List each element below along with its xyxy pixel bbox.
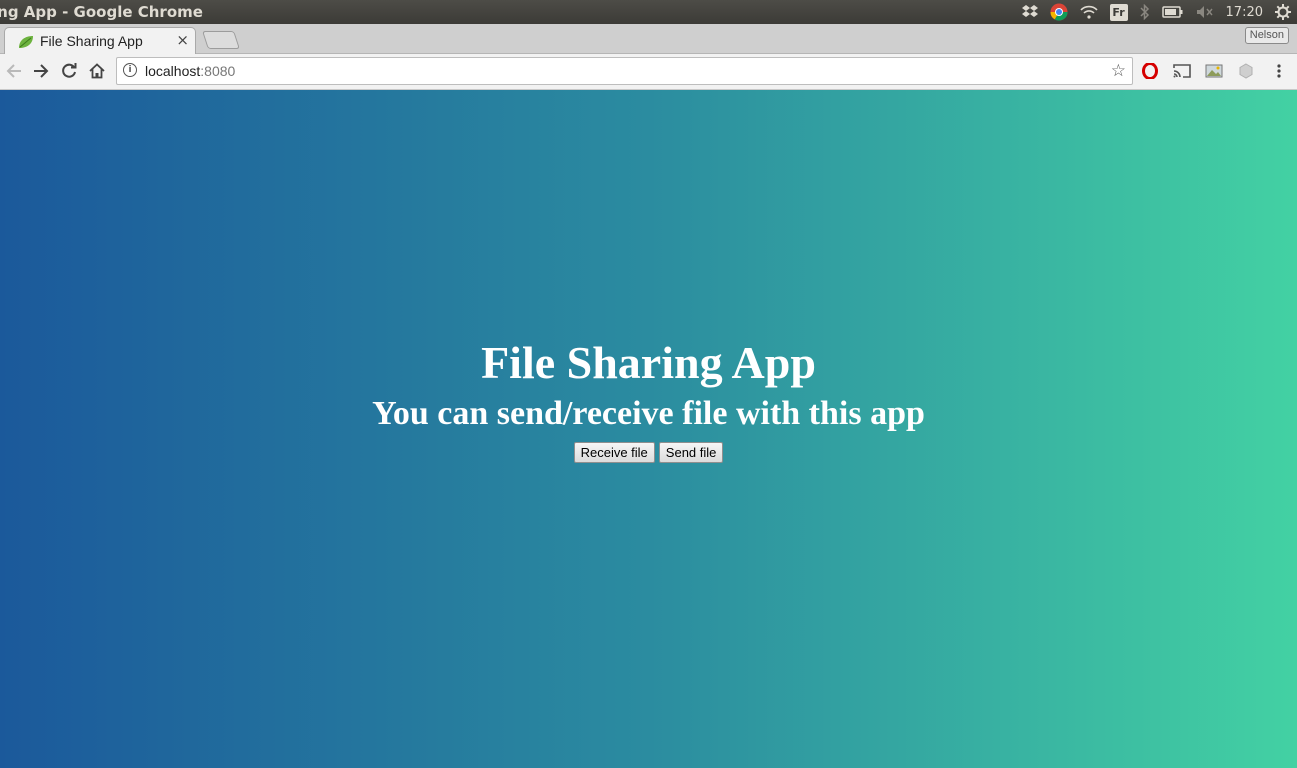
volume-muted-icon[interactable] xyxy=(1196,5,1214,19)
chrome-icon[interactable] xyxy=(1050,3,1068,21)
forward-icon[interactable] xyxy=(31,61,51,81)
action-buttons: Receive file Send file xyxy=(0,442,1297,463)
bookmark-star-icon[interactable]: ☆ xyxy=(1111,61,1126,81)
cast-icon[interactable] xyxy=(1173,62,1191,80)
bluetooth-icon[interactable] xyxy=(1140,4,1150,20)
home-icon[interactable] xyxy=(87,61,107,81)
send-file-button[interactable]: Send file xyxy=(658,442,724,463)
menu-icon[interactable] xyxy=(1270,62,1288,80)
os-top-panel: ing App - Google Chrome Fr 17:20 xyxy=(0,0,1297,24)
browser-toolbar: i localhost:8080 ☆ xyxy=(0,54,1297,90)
reload-icon[interactable] xyxy=(59,61,79,81)
address-bar[interactable]: i localhost:8080 ☆ xyxy=(116,57,1133,85)
back-icon[interactable] xyxy=(4,61,24,81)
settings-gear-icon[interactable] xyxy=(1275,4,1291,20)
system-tray: Fr 17:20 xyxy=(1016,0,1297,24)
keyboard-layout-indicator[interactable]: Fr xyxy=(1109,3,1128,21)
wifi-icon[interactable] xyxy=(1079,5,1098,19)
opera-icon[interactable] xyxy=(1141,62,1159,80)
page-subtitle: You can send/receive file with this app xyxy=(372,395,925,432)
info-icon[interactable]: i xyxy=(123,63,137,77)
receive-file-button[interactable]: Receive file xyxy=(573,442,655,463)
close-icon[interactable]: × xyxy=(176,31,189,49)
new-tab-button[interactable] xyxy=(202,31,240,49)
tab-title: File Sharing App xyxy=(40,33,143,49)
clock[interactable]: 17:20 xyxy=(1226,5,1263,20)
spring-leaf-icon xyxy=(18,34,33,48)
page-title: File Sharing App xyxy=(481,337,816,388)
image-extension-icon[interactable] xyxy=(1205,62,1223,80)
url-text[interactable]: localhost:8080 xyxy=(145,63,235,79)
tab-file-sharing-app[interactable]: File Sharing App × xyxy=(4,27,196,54)
window-title: ing App - Google Chrome xyxy=(0,3,203,21)
tab-strip: File Sharing App × Nelson xyxy=(0,24,1297,54)
dropbox-icon[interactable] xyxy=(1021,5,1038,19)
extension-icon[interactable] xyxy=(1237,62,1255,80)
profile-button[interactable]: Nelson xyxy=(1244,27,1289,44)
battery-icon[interactable] xyxy=(1161,6,1184,18)
page-viewport: File Sharing App You can send/receive fi… xyxy=(0,90,1297,768)
hero-section: File Sharing App You can send/receive fi… xyxy=(0,336,1297,463)
